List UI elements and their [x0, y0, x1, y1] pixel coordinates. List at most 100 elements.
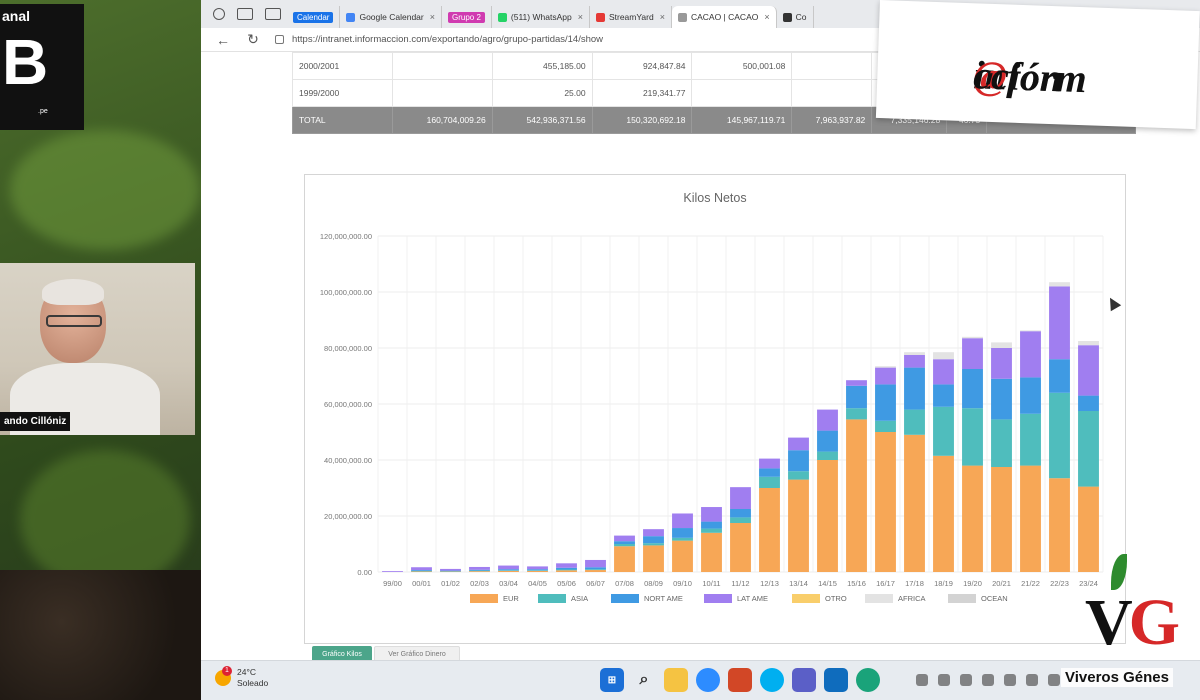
- bar-segment: [556, 570, 577, 572]
- tab-close-icon[interactable]: ×: [660, 12, 665, 22]
- bar-segment: [614, 546, 635, 572]
- bar-segment: [701, 507, 722, 522]
- x-tick-label: 03/04: [499, 579, 518, 588]
- taskbar-apps: ⊞ ⌕: [596, 668, 884, 692]
- browser-tab[interactable]: Co: [777, 6, 814, 28]
- browser-tab[interactable]: Calendar: [287, 6, 341, 28]
- bar-segment: [1078, 411, 1099, 487]
- bar-segment: [614, 535, 635, 542]
- bar-segment: [962, 338, 983, 369]
- sun-icon: 1: [215, 666, 232, 686]
- tab-close-icon[interactable]: ×: [430, 12, 435, 22]
- tab-favicon-icon: [497, 12, 507, 22]
- bar-segment: [817, 430, 838, 452]
- x-tick-label: 99/00: [383, 579, 402, 588]
- table-cell: 924,847.84: [591, 52, 693, 80]
- tab-close-icon[interactable]: ×: [764, 12, 769, 22]
- profile-icon[interactable]: [213, 8, 225, 20]
- bar-segment: [382, 571, 403, 572]
- table-cell: 2000/2001: [292, 52, 393, 80]
- x-tick-label: 04/05: [528, 579, 547, 588]
- bar-segment: [585, 570, 606, 572]
- file-explorer-icon[interactable]: [664, 668, 688, 692]
- x-tick-label: 11/12: [731, 579, 749, 588]
- legend-label: OTRO: [825, 594, 847, 603]
- chart-card: Kilos Netos 0.00 20,000,000.00 40,000,000.…: [304, 174, 1126, 644]
- bar-segment: [1078, 345, 1099, 396]
- bar-segment: [846, 408, 867, 420]
- table-cell: [791, 52, 873, 80]
- bar-segment: [991, 342, 1012, 348]
- table-cell: 542,936,371.56: [491, 106, 593, 134]
- tab-favicon-icon: [677, 12, 687, 22]
- background-leaf: [20, 450, 190, 590]
- outlook-icon[interactable]: [824, 668, 848, 692]
- tab-actions-icon[interactable]: [265, 8, 281, 20]
- microphone-icon[interactable]: [982, 674, 994, 686]
- security-icon[interactable]: [960, 674, 972, 686]
- weather-widget[interactable]: 1 24°C Soleado: [215, 666, 269, 689]
- legend-label: NORT AME: [644, 594, 683, 603]
- background-soil: [0, 570, 205, 700]
- browser-tab[interactable]: (511) WhatsApp ×: [492, 6, 590, 28]
- wifi-icon[interactable]: [1026, 674, 1038, 686]
- bar-segment: [672, 540, 693, 572]
- powerpoint-icon[interactable]: [728, 668, 752, 692]
- zoom-icon[interactable]: [696, 668, 720, 692]
- lock-icon: [275, 35, 284, 44]
- reload-icon[interactable]: ↻: [245, 31, 261, 48]
- workspaces-icon[interactable]: [237, 8, 253, 20]
- teams-icon[interactable]: [792, 668, 816, 692]
- bar-segment: [411, 570, 432, 571]
- bar-segment: [556, 563, 577, 568]
- tab-favicon-icon: [595, 12, 605, 22]
- url-text: https://intranet.informaccion.com/export…: [292, 34, 604, 45]
- logo-text: anal: [2, 8, 31, 24]
- browser-tab[interactable]: Google Calendar ×: [340, 6, 442, 28]
- url-field[interactable]: https://intranet.informaccion.com/export…: [275, 34, 603, 45]
- bar-segment: [759, 476, 780, 488]
- bar-segment: [875, 366, 896, 368]
- bar-segment: [1020, 331, 1041, 378]
- display-icon[interactable]: [1004, 674, 1016, 686]
- browser-tab[interactable]: StreamYard ×: [590, 6, 672, 28]
- chevron-up-icon[interactable]: [916, 674, 928, 686]
- bar-segment: [788, 479, 809, 572]
- bar-segment: [469, 570, 490, 572]
- legend-label: EUR: [503, 594, 519, 603]
- tab-label: StreamYard: [608, 12, 654, 22]
- stacked-bar-chart: 0.00 20,000,000.00 40,000,000.00 60,000,000…: [320, 232, 1104, 603]
- speaker-hair: [42, 279, 104, 305]
- legend-swatch: [470, 594, 498, 603]
- tab-group-chip[interactable]: Grupo 2: [448, 11, 485, 23]
- legend-swatch: [948, 594, 976, 603]
- back-arrow-icon[interactable]: ←: [215, 32, 231, 48]
- windows-start-icon[interactable]: ⊞: [600, 668, 624, 692]
- bar-segment: [1049, 392, 1070, 479]
- bar-segment: [875, 420, 896, 432]
- onedrive-icon[interactable]: [938, 674, 950, 686]
- search-icon[interactable]: ⌕: [632, 668, 656, 692]
- skype-icon[interactable]: [760, 668, 784, 692]
- table-cell: [691, 79, 793, 107]
- edge-icon[interactable]: [856, 668, 880, 692]
- legend-swatch: [538, 594, 566, 603]
- y-tick-label: 100,000,000.00: [320, 288, 372, 297]
- bar-segment: [759, 468, 780, 477]
- tab-close-icon[interactable]: ×: [578, 12, 583, 22]
- bar-segment: [498, 565, 519, 570]
- background-leaf: [10, 130, 200, 250]
- table-cell: 1999/2000: [292, 79, 393, 107]
- weather-condition: Soleado: [237, 678, 269, 688]
- y-tick-label: 0.00: [357, 568, 372, 577]
- volume-icon[interactable]: [1048, 674, 1060, 686]
- y-tick-label: 120,000,000.00: [320, 232, 372, 241]
- tab-group-chip[interactable]: Calendar: [293, 11, 334, 23]
- tab-label: (511) WhatsApp: [510, 12, 572, 22]
- bar-segment: [498, 570, 519, 572]
- bar-segment: [643, 536, 664, 544]
- browser-tab[interactable]: CACAO | CACAO ×: [671, 6, 777, 28]
- browser-tab[interactable]: Grupo 2: [442, 6, 492, 28]
- bar-segment: [1078, 395, 1099, 411]
- x-tick-label: 07/08: [615, 579, 634, 588]
